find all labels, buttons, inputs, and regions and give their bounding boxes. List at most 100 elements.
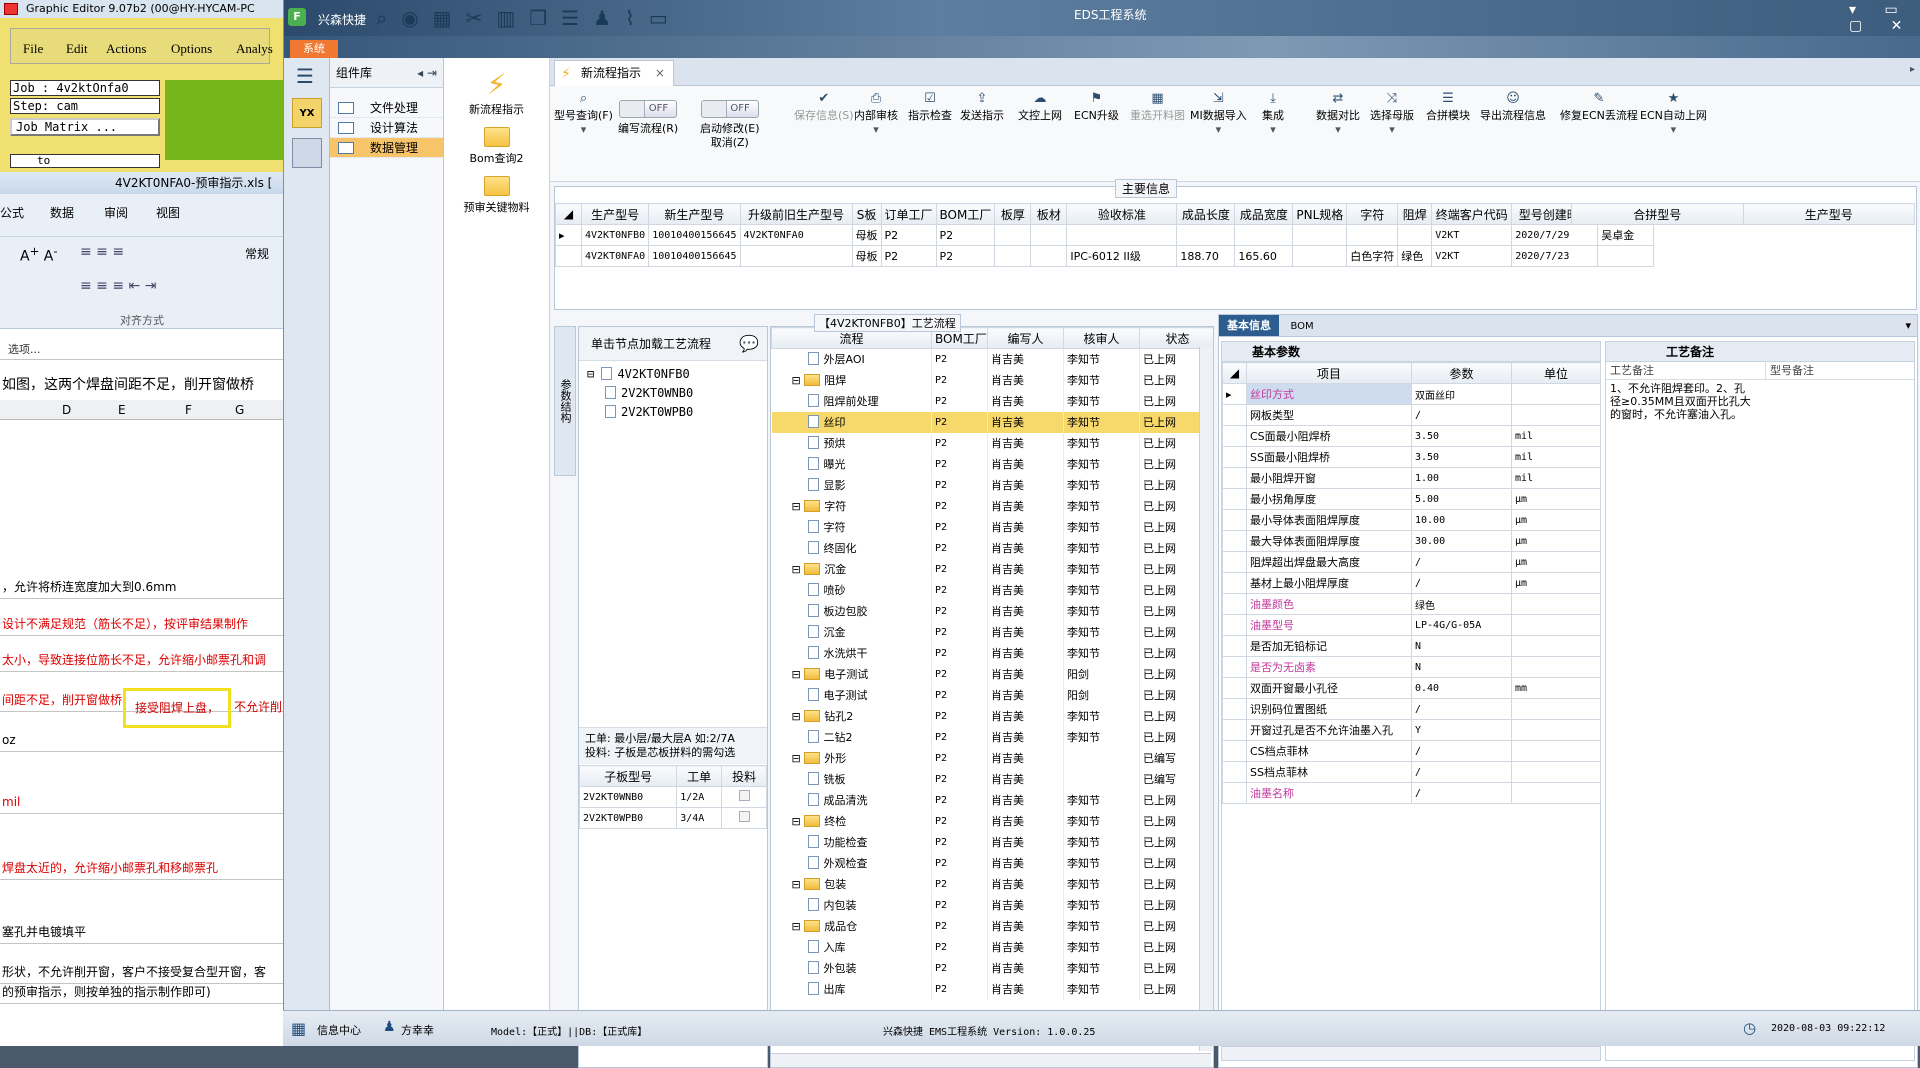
main-info-cell[interactable]: P2 xyxy=(935,224,996,246)
flow-row[interactable]: 外观检查 P2 肖吉美 李知节 已上网 xyxy=(772,852,1213,874)
main-info-cell[interactable]: 母板 xyxy=(851,224,882,246)
main-info-cell[interactable] xyxy=(1234,224,1294,246)
param-item[interactable]: CS档点菲林 xyxy=(1246,740,1412,762)
excel-tab-view[interactable]: 视图 xyxy=(156,204,180,221)
param-item[interactable]: 阻焊超出焊盘最大高度 xyxy=(1246,551,1412,573)
flow-cell[interactable]: P2 xyxy=(931,978,988,1000)
flow-cell[interactable]: 肖吉美 xyxy=(987,495,1064,517)
main-info-cell[interactable]: P2 xyxy=(880,224,937,246)
flow-cell[interactable]: 肖吉美 xyxy=(987,789,1064,811)
flow-cell[interactable]: P2 xyxy=(931,747,988,769)
tab-bom[interactable]: BOM xyxy=(1283,316,1322,337)
param-item[interactable]: 最小阻焊开窗 xyxy=(1246,467,1412,489)
tab-overflow-icon[interactable]: ▸ xyxy=(1910,64,1915,75)
param-item[interactable]: 油墨型号 xyxy=(1246,614,1412,636)
flow-cell[interactable]: P2 xyxy=(931,726,988,748)
flow-row[interactable]: 出库 P2 肖吉美 李知节 已上网 xyxy=(772,978,1213,1000)
toolbar-button[interactable]: ✔ 保存信息(S) xyxy=(794,92,854,123)
toolbar-button[interactable]: ⤓ 集成 ▾ xyxy=(1262,92,1284,137)
param-value[interactable]: 1.00 xyxy=(1411,467,1512,489)
flow-row[interactable]: ⊟ 成品仓 P2 肖吉美 李知节 已上网 xyxy=(772,915,1213,937)
flow-cell[interactable]: 肖吉美 xyxy=(987,978,1064,1000)
flow-cell[interactable]: 李知节 xyxy=(1063,642,1140,664)
flow-cell[interactable]: 肖吉美 xyxy=(987,957,1064,979)
param-item[interactable]: 基材上最小阻焊厚度 xyxy=(1246,572,1412,594)
excel-tab-review[interactable]: 审阅 xyxy=(104,204,128,221)
flow-row[interactable]: 丝印 P2 肖吉美 李知节 已上网 xyxy=(771,411,1213,433)
dropdown-arrow-icon[interactable]: ▾ xyxy=(1262,123,1284,137)
flow-cell[interactable]: P2 xyxy=(931,768,988,790)
param-item[interactable]: 最小拐角厚度 xyxy=(1246,488,1412,510)
flow-cell[interactable]: 肖吉美 xyxy=(987,453,1064,475)
flow-cell[interactable]: P2 xyxy=(931,474,988,496)
flow-cell[interactable]: 肖吉美 xyxy=(987,432,1064,454)
flow-node[interactable]: 外层AOI xyxy=(772,349,932,370)
main-info-cell[interactable]: 165.60 xyxy=(1234,245,1294,267)
main-info-row[interactable]: ▸ 4V2KT0NFB0 10010400156645 4V2KT0NFA0 母板 P2 P… xyxy=(555,224,1655,246)
tab-new-process[interactable]: ⚡ 新流程指示 × xyxy=(554,60,674,86)
toolbar-button[interactable]: ☁ 文控上网 xyxy=(1018,92,1062,123)
flow-node[interactable]: 阻焊前处理 xyxy=(772,391,932,412)
toolbar-button[interactable]: ▦ 重选开料图 xyxy=(1130,92,1185,123)
tree-child[interactable]: 2V2KT0WPB0 xyxy=(587,403,759,422)
flow-cell[interactable]: 肖吉美 xyxy=(987,726,1064,748)
flow-cell[interactable]: 肖吉美 xyxy=(987,579,1064,601)
toolbar-button[interactable]: ☰ 合拼模块 xyxy=(1426,92,1470,123)
param-value[interactable]: N xyxy=(1411,635,1512,657)
flow-row[interactable]: 板边包胶 P2 肖吉美 李知节 已上网 xyxy=(772,600,1213,622)
param-row[interactable]: ▸ 丝印方式 双面丝印 xyxy=(1222,383,1601,405)
checkbox-icon[interactable] xyxy=(738,811,750,822)
flow-node[interactable]: 外包装 xyxy=(772,958,932,979)
main-info-cell[interactable]: 吴卓金 xyxy=(1597,224,1655,246)
toggle-off[interactable]: OFF xyxy=(619,100,678,118)
main-info-cell[interactable]: V2KT xyxy=(1431,224,1513,246)
flow-cell[interactable]: 肖吉美 xyxy=(987,894,1064,916)
flow-node[interactable]: 终固化 xyxy=(772,538,932,559)
flow-row[interactable]: 二钻2 P2 肖吉美 李知节 已上网 xyxy=(772,726,1213,748)
param-row[interactable]: SS档点菲林 / xyxy=(1222,761,1601,783)
expand-icon[interactable]: ⊟ xyxy=(792,920,805,933)
flow-cell[interactable]: 肖吉美 xyxy=(987,558,1064,580)
flow-row[interactable]: 喷砂 P2 肖吉美 李知节 已上网 xyxy=(772,579,1213,601)
flow-cell[interactable]: 李知节 xyxy=(1063,495,1140,517)
dropdown-arrow-icon[interactable]: ▾ xyxy=(1905,315,1911,336)
flow-cell[interactable]: 肖吉美 xyxy=(987,705,1064,727)
flow-node[interactable]: ⊟ 钻孔2 xyxy=(772,706,932,727)
flow-cell[interactable]: 李知节 xyxy=(1063,390,1140,412)
flow-cell[interactable]: 肖吉美 xyxy=(987,369,1064,391)
main-info-cell[interactable] xyxy=(1397,224,1433,246)
flow-node[interactable]: 出库 xyxy=(772,979,932,1000)
main-info-cell[interactable]: 4V2KT0NFB0 xyxy=(580,224,650,246)
flow-row[interactable]: 水洗烘干 P2 肖吉美 李知节 已上网 xyxy=(772,642,1213,664)
chart-icon[interactable]: ⌇ xyxy=(625,6,649,30)
checkbox-icon[interactable] xyxy=(738,790,750,801)
flow-cell[interactable]: 肖吉美 xyxy=(987,642,1064,664)
flow-cell[interactable]: P2 xyxy=(931,894,988,916)
main-info-cell[interactable] xyxy=(1176,224,1236,246)
param-value[interactable]: 3.50 xyxy=(1411,425,1512,447)
main-info-cell[interactable]: 2020/7/23 xyxy=(1511,245,1599,267)
component-item[interactable]: 文件处理 xyxy=(330,98,443,118)
param-item[interactable]: 网板类型 xyxy=(1246,404,1412,426)
param-item[interactable]: 油墨颜色 xyxy=(1246,593,1412,615)
flow-cell[interactable]: 肖吉美 xyxy=(987,936,1064,958)
dropdown-arrow-icon[interactable]: ▾ xyxy=(554,123,613,137)
tool-key-materials[interactable]: 预审关键物料 xyxy=(444,176,549,215)
param-value[interactable]: / xyxy=(1411,551,1512,573)
param-item[interactable]: 开窗过孔是否不允许油墨入孔 xyxy=(1246,719,1412,741)
param-item[interactable]: 双面开窗最小孔径 xyxy=(1246,677,1412,699)
window-controls[interactable]: ▾ ▭ ▢ ✕ xyxy=(1849,2,1920,34)
flow-row[interactable]: 功能检查 P2 肖吉美 李知节 已上网 xyxy=(772,831,1213,853)
flow-cell[interactable]: P2 xyxy=(931,810,988,832)
flow-row[interactable]: ⊟ 阻焊 P2 肖吉美 李知节 已上网 xyxy=(772,369,1213,391)
flow-row[interactable]: 沉金 P2 肖吉美 李知节 已上网 xyxy=(772,621,1213,643)
main-info-cell[interactable]: 10010400156645 xyxy=(648,245,741,267)
component-item[interactable]: 设计算法 xyxy=(330,118,443,138)
excel-options-bar[interactable]: 选项... xyxy=(0,340,283,360)
flow-row[interactable]: 内包装 P2 肖吉美 李知节 已上网 xyxy=(772,894,1213,916)
param-value[interactable]: / xyxy=(1411,572,1512,594)
menu-edit[interactable]: Edit xyxy=(66,41,88,57)
flow-cell[interactable]: 李知节 xyxy=(1063,852,1140,874)
param-row[interactable]: 阻焊超出焊盘最大高度 / μm xyxy=(1222,551,1601,573)
expand-icon[interactable]: ⊟ xyxy=(792,668,805,681)
